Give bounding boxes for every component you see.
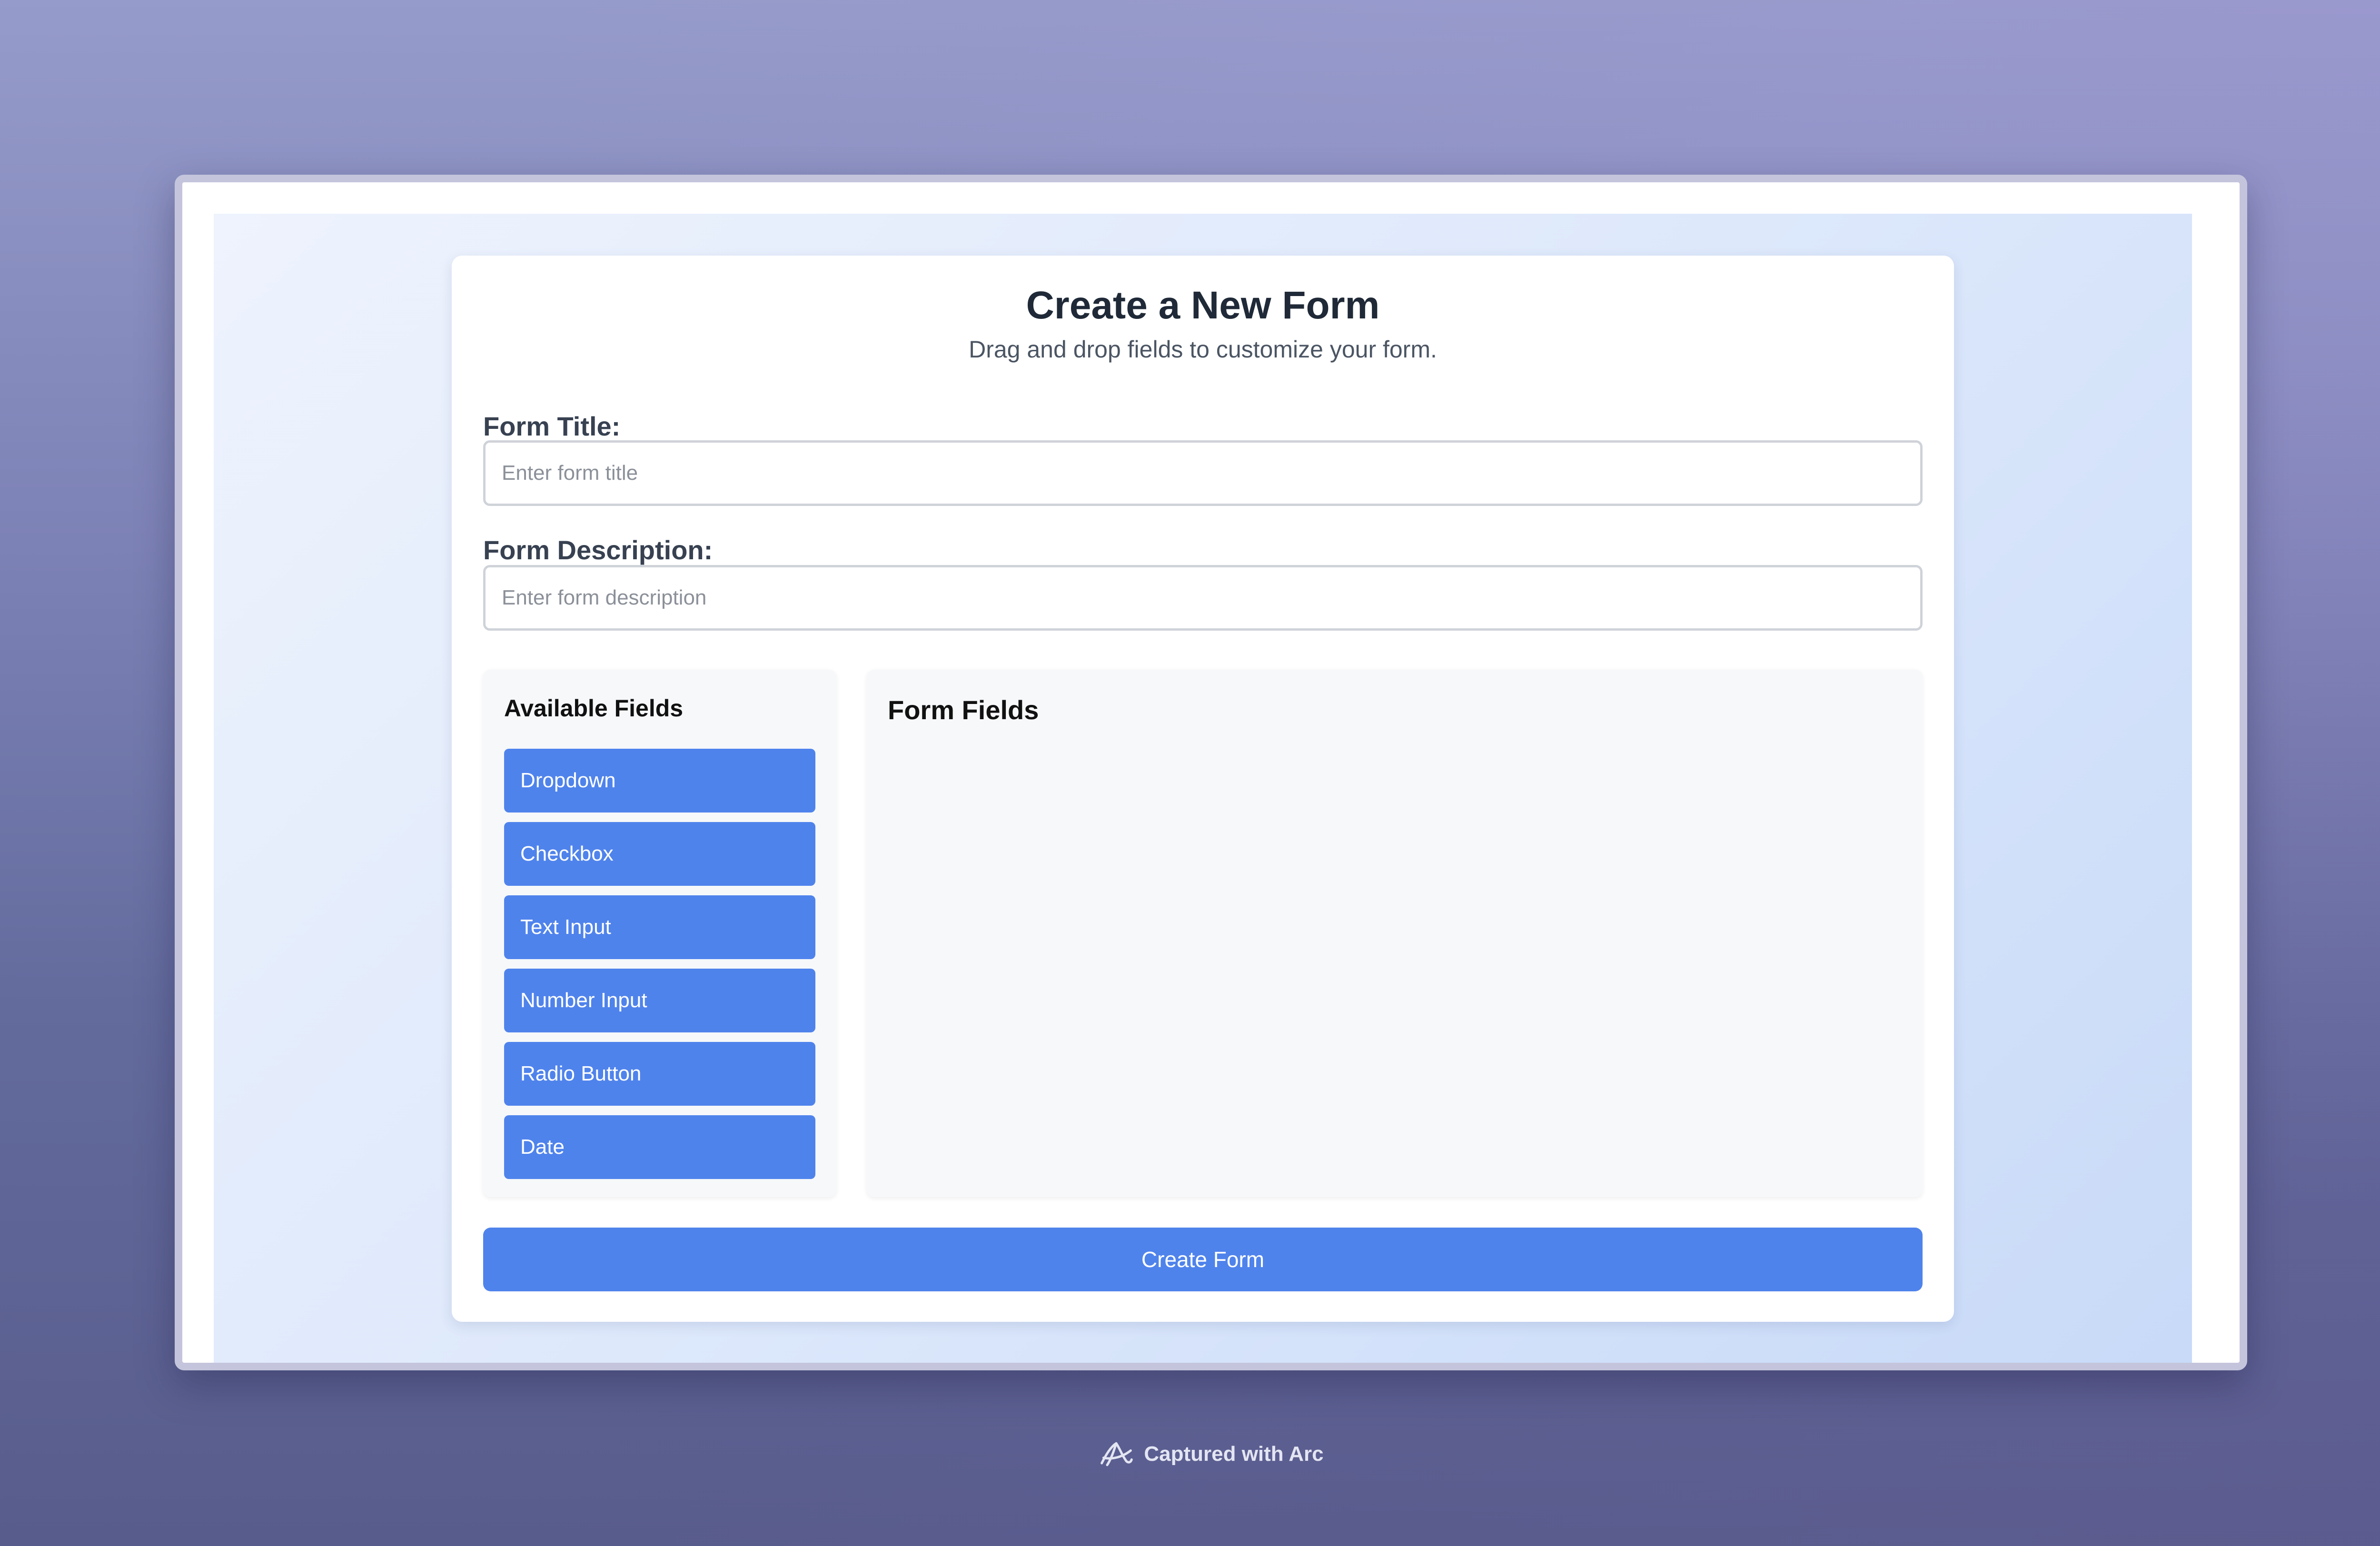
form-description-input[interactable]	[483, 565, 1923, 631]
browser-window: Create a New Form Drag and drop fields t…	[175, 175, 2247, 1370]
available-fields-heading: Available Fields	[504, 695, 684, 722]
create-form-button[interactable]: Create Form	[483, 1228, 1923, 1291]
form-builder-card: Create a New Form Drag and drop fields t…	[452, 256, 1954, 1322]
form-title-label: Form Title:	[483, 411, 621, 441]
field-number-input[interactable]: Number Input	[504, 969, 815, 1032]
arc-logo-icon	[1101, 1442, 1133, 1467]
page-title: Create a New Form	[1026, 284, 1380, 327]
field-dropdown[interactable]: Dropdown	[504, 749, 815, 813]
page-viewport: Create a New Form Drag and drop fields t…	[214, 214, 2192, 1363]
form-fields-dropzone[interactable]: Form Fields	[867, 670, 1923, 1197]
field-date[interactable]: Date	[504, 1115, 815, 1179]
form-fields-heading: Form Fields	[888, 695, 1039, 725]
capture-footer: Captured with Arc	[0, 1439, 2380, 1469]
form-description-label: Form Description:	[483, 535, 713, 565]
capture-caption: Captured with Arc	[1144, 1442, 1324, 1466]
available-fields-panel: Available Fields Dropdown Checkbox Text …	[483, 670, 836, 1197]
form-title-input[interactable]	[483, 440, 1923, 506]
field-radio-button[interactable]: Radio Button	[504, 1042, 815, 1106]
available-fields-list: Dropdown Checkbox Text Input Number Inpu…	[504, 749, 815, 1189]
field-checkbox[interactable]: Checkbox	[504, 822, 815, 886]
field-text-input[interactable]: Text Input	[504, 895, 815, 959]
page-subtitle: Drag and drop fields to customize your f…	[969, 336, 1437, 363]
